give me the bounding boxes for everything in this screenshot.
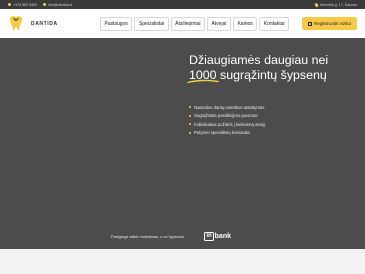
address-text: Semelės g. 17, Kaunas bbox=[319, 2, 357, 7]
calendar-icon bbox=[307, 21, 312, 26]
list-item-text: Patyrusi specialistų komanda bbox=[194, 130, 250, 136]
address-link[interactable]: Semelės g. 17, Kaunas bbox=[313, 2, 357, 7]
inbank-logo[interactable]: in bank bbox=[204, 232, 231, 241]
inbank-logo-box: in bbox=[204, 232, 214, 241]
mail-icon bbox=[43, 3, 47, 6]
inbank-logo-text: bank bbox=[214, 233, 231, 240]
headline-line-1: Džiaugiamės daugiau nei bbox=[189, 53, 329, 67]
headline-line-2-rest: sugrąžintų šypsenų bbox=[220, 68, 327, 82]
nav-item-specialistai[interactable]: Specialistai bbox=[134, 16, 169, 31]
nav-item-kainos[interactable]: Kainos bbox=[232, 16, 258, 31]
logo-text: DANTIDA bbox=[31, 20, 58, 27]
headline-line-2: 1000 sugrąžintų šypsenų bbox=[187, 68, 328, 84]
nav-item-kontaktai[interactable]: Kontaktai bbox=[259, 16, 290, 31]
headline-number: 1000 bbox=[187, 68, 219, 84]
list-item-text: Naturalus dantų estetikos atstatymas bbox=[194, 104, 265, 110]
site-header: DANTIDA Paslaugos Specialistai Atsiliepi… bbox=[0, 9, 365, 38]
phone-text: +370 683 3450 bbox=[13, 2, 38, 7]
financing-text: Prailginga atlikti mokėjimus, o ne šypse… bbox=[111, 234, 185, 239]
phone-icon bbox=[8, 3, 11, 6]
underline-swoosh-icon bbox=[187, 79, 219, 84]
register-visit-button[interactable]: Registruotis vizitui bbox=[301, 17, 357, 30]
bullet-dot-icon bbox=[189, 131, 191, 134]
bullet-dot-icon bbox=[189, 123, 191, 126]
next-section bbox=[0, 249, 365, 274]
tooth-logo-icon bbox=[10, 15, 22, 30]
list-item: Individualus požiūris į kiekvieną atvejį bbox=[189, 120, 265, 129]
contact-info: +370 683 3450 info@dantida.lt bbox=[8, 3, 72, 7]
main-nav: Paslaugos Specialistai Atsiliepimai Atve… bbox=[100, 16, 290, 31]
nav-item-atvejai[interactable]: Atvejai bbox=[206, 16, 231, 31]
top-info-bar: +370 683 3450 info@dantida.lt Semelės g.… bbox=[0, 0, 365, 9]
email-text: info@dantida.lt bbox=[48, 2, 73, 7]
nav-item-paslaugos[interactable]: Paslaugos bbox=[100, 16, 133, 31]
benefits-list: Naturalus dantų estetikos atstatymas Sug… bbox=[189, 103, 265, 137]
phone-link[interactable]: +370 683 3450 bbox=[8, 3, 37, 7]
logo[interactable]: DANTIDA bbox=[8, 15, 78, 33]
list-item: Naturalus dantų estetikos atstatymas bbox=[189, 103, 265, 112]
list-item-text: Sugrąžintas pasitikėjimo jausmas bbox=[194, 113, 258, 119]
list-item: Patyrusi specialistų komanda bbox=[189, 129, 265, 138]
list-item-text: Individualus požiūris į kiekvieną atvejį bbox=[194, 121, 266, 127]
financing-banner: Prailginga atlikti mokėjimus, o ne šypse… bbox=[111, 232, 231, 241]
email-link[interactable]: info@dantida.lt bbox=[43, 3, 72, 7]
bullet-dot-icon bbox=[189, 114, 191, 117]
register-visit-label: Registruotis vizitui bbox=[313, 21, 351, 26]
hero-headline: Džiaugiamės daugiau nei 1000 sugrąžintų … bbox=[187, 53, 329, 84]
location-pin-icon bbox=[313, 2, 319, 7]
list-item: Sugrąžintas pasitikėjimo jausmas bbox=[189, 112, 265, 121]
bullet-dot-icon bbox=[189, 106, 191, 109]
nav-item-atsiliepimai[interactable]: Atsiliepimai bbox=[170, 16, 205, 31]
